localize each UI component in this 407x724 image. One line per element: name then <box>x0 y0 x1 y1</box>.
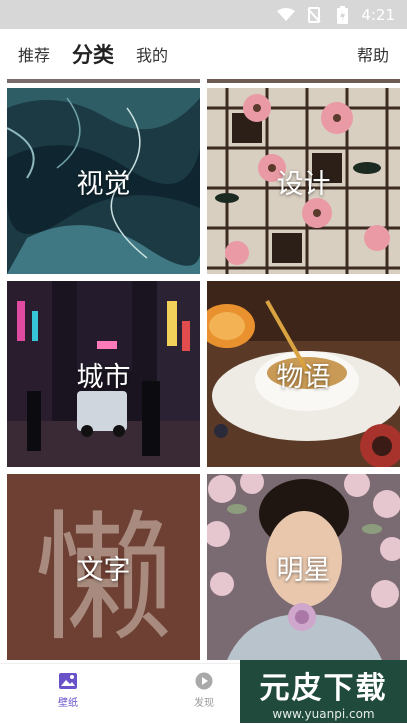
category-card-visual[interactable]: 视觉 <box>7 88 200 274</box>
category-label: 城市 <box>76 361 131 393</box>
bottom-nav-discover[interactable]: 发现 <box>174 672 234 709</box>
top-nav: 推荐 分类 我的 帮助 <box>0 29 407 79</box>
category-card-city[interactable]: 城市 <box>7 281 200 467</box>
tab-mine[interactable]: 我的 <box>136 42 168 66</box>
category-grid: 视觉 设计 城市 物语 懒 文字 明星 <box>0 88 407 663</box>
bottom-nav-label: 发现 <box>194 698 214 709</box>
category-label: 物语 <box>276 361 331 393</box>
tab-recommend[interactable]: 推荐 <box>18 42 50 66</box>
category-label: 设计 <box>276 168 331 200</box>
previous-row-edge <box>7 79 200 83</box>
previous-row-edge <box>207 79 400 83</box>
tab-category[interactable]: 分类 <box>72 39 114 69</box>
category-label: 文字 <box>76 554 131 586</box>
play-icon <box>195 672 213 690</box>
watermark-title: 元皮下载 <box>259 670 388 706</box>
status-bar: 4:21 <box>0 0 407 29</box>
category-label: 明星 <box>276 554 331 586</box>
category-card-star[interactable]: 明星 <box>207 474 400 660</box>
category-card-story[interactable]: 物语 <box>207 281 400 467</box>
category-card-design[interactable]: 设计 <box>207 88 400 274</box>
site-watermark: 元皮下载 www.yuanpi.com <box>240 660 407 723</box>
no-sim-icon <box>305 6 323 23</box>
image-icon <box>59 673 77 689</box>
category-label: 视觉 <box>76 168 131 200</box>
category-card-text[interactable]: 懒 文字 <box>7 474 200 660</box>
bottom-nav-wallpaper[interactable]: 壁纸 <box>38 672 98 709</box>
status-time: 4:21 <box>361 5 395 24</box>
battery-icon <box>333 5 351 24</box>
watermark-url: www.yuanpi.com <box>272 706 375 721</box>
bottom-nav-label: 壁纸 <box>58 698 78 709</box>
wifi-icon <box>277 7 296 23</box>
help-link[interactable]: 帮助 <box>357 42 389 66</box>
